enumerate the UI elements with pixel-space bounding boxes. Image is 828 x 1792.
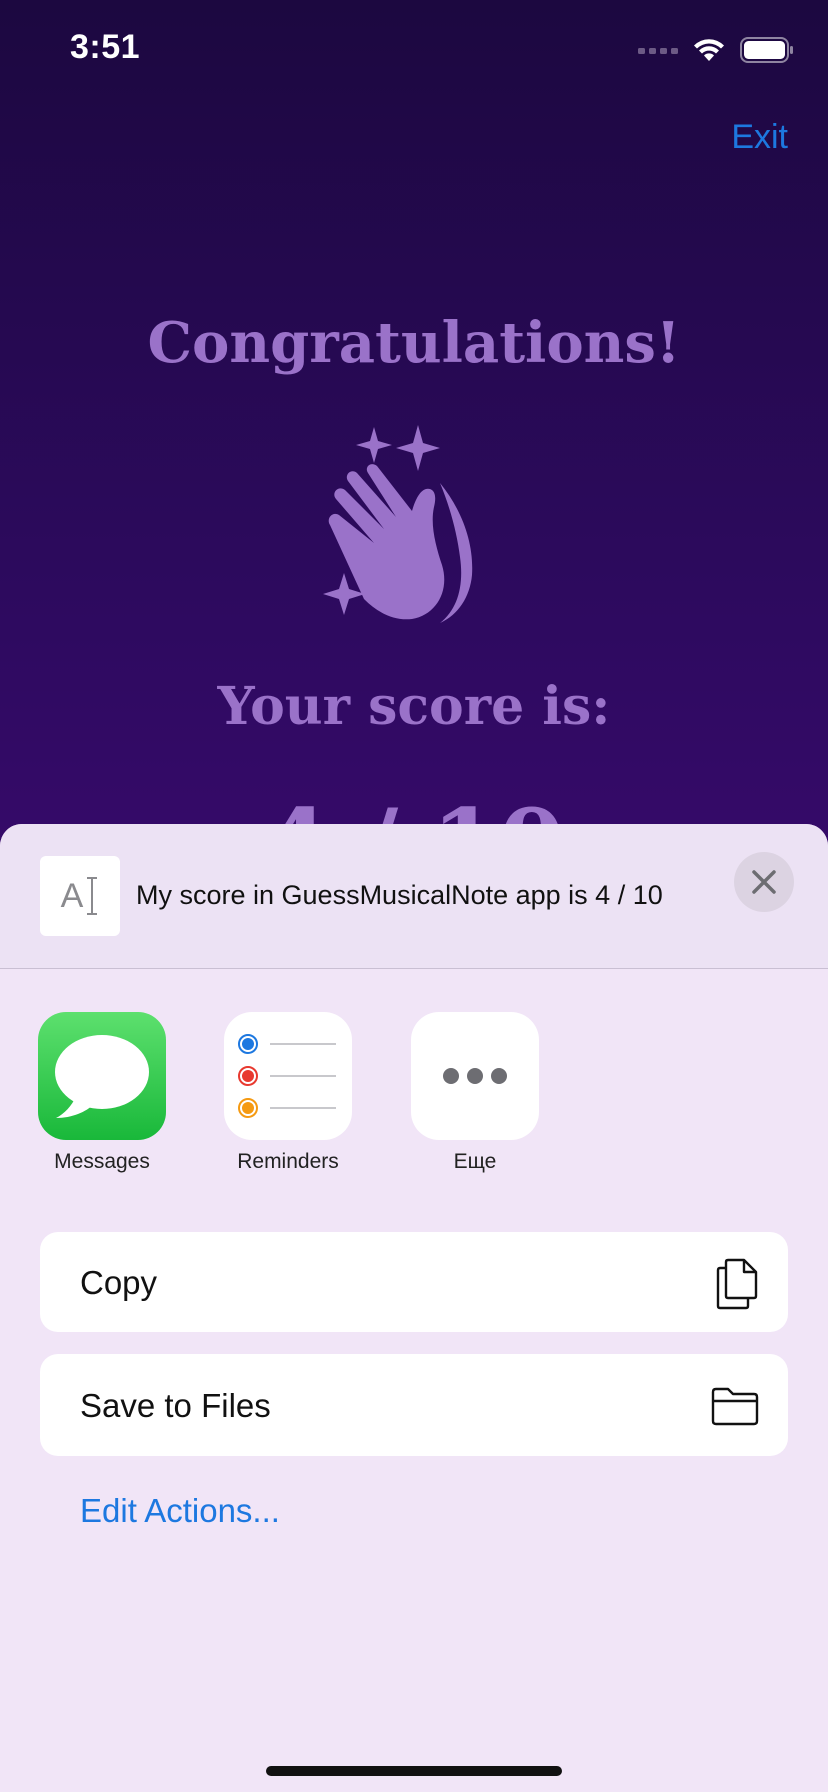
cellular-signal-icon — [638, 48, 678, 54]
exit-button[interactable]: Exit — [731, 118, 788, 157]
share-sheet-header: A My score in GuessMusicalNote app is 4 … — [0, 824, 828, 969]
more-icon — [411, 1012, 539, 1140]
messages-icon — [38, 1012, 166, 1140]
status-icons — [638, 36, 794, 64]
copy-action[interactable]: Copy — [40, 1232, 788, 1332]
game-over-screen: 3:51 Exit Congratulations! Your score is… — [0, 0, 828, 1792]
battery-icon — [740, 37, 793, 63]
score-label: Your score is: — [217, 676, 611, 737]
save-to-files-action-label: Save to Files — [80, 1387, 271, 1424]
edit-actions-button[interactable]: Edit Actions... — [80, 1492, 280, 1530]
text-cursor-icon — [87, 877, 98, 915]
share-app-more[interactable]: Еще — [395, 1012, 555, 1174]
app-label: Reminders — [237, 1150, 339, 1173]
wifi-icon — [694, 39, 724, 61]
home-indicator[interactable] — [266, 1766, 562, 1776]
congratulations-title: Congratulations! — [147, 310, 681, 376]
copy-icon — [716, 1258, 758, 1310]
save-to-files-action[interactable]: Save to Files — [40, 1354, 788, 1456]
close-icon — [752, 870, 776, 894]
share-app-messages[interactable]: Messages — [22, 1012, 182, 1174]
share-preview-text: My score in GuessMusicalNote app is 4 / … — [136, 880, 663, 910]
text-preview-thumbnail: A — [40, 856, 120, 936]
share-apps-row: Messages Reminders Еще — [0, 1012, 828, 1192]
app-label: Еще — [453, 1150, 497, 1173]
close-button[interactable] — [734, 852, 794, 912]
folder-icon — [711, 1387, 759, 1426]
clapping-hands-icon — [323, 425, 473, 623]
app-label: Messages — [54, 1150, 150, 1173]
text-document-icon: A — [60, 876, 84, 915]
status-time: 3:51 — [70, 28, 141, 66]
share-sheet: A My score in GuessMusicalNote app is 4 … — [0, 824, 828, 1792]
reminders-icon — [224, 1012, 352, 1140]
copy-action-label: Copy — [80, 1264, 158, 1301]
share-app-reminders[interactable]: Reminders — [208, 1012, 368, 1174]
